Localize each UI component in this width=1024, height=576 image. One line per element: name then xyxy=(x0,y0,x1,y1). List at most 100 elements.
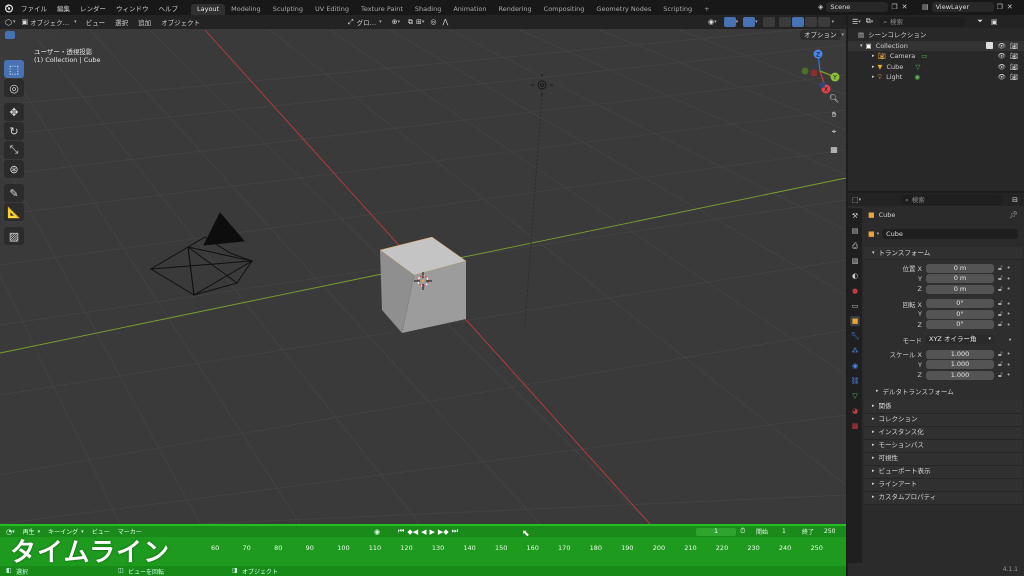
collection-tab-icon[interactable]: ▭ xyxy=(850,301,860,311)
properties-editor-icon[interactable]: ⬚ xyxy=(852,196,859,204)
instancing-panel-header[interactable]: ▸ インスタンス化 xyxy=(864,426,1022,440)
tab-layout[interactable]: Layout xyxy=(191,4,226,15)
view-layer-field[interactable]: ViewLayer xyxy=(931,2,994,12)
particles-tab-icon[interactable]: ⁂ xyxy=(850,346,860,356)
measure-tool-icon[interactable]: 📐 xyxy=(4,203,24,221)
view-layer-tab-icon[interactable]: ▧ xyxy=(850,256,860,266)
rotation-y-keyframe-icon[interactable]: • xyxy=(1007,310,1011,318)
menu-edit[interactable]: 編集 xyxy=(52,3,75,13)
cube-row[interactable]: ▸ ▼ Cube ▽ 👁︎ 📷︎ xyxy=(848,62,1024,73)
rotation-x-keyframe-icon[interactable]: • xyxy=(1007,300,1011,308)
xray-toggle-button[interactable] xyxy=(762,17,775,27)
tab-animation[interactable]: Animation xyxy=(447,4,492,15)
cube-visibility-icon[interactable]: 👁︎ xyxy=(997,62,1005,73)
constraints-tab-icon[interactable]: ⛓︎ xyxy=(850,376,860,386)
outliner-search-field[interactable]: ⌕ 検索 xyxy=(879,16,966,27)
scale-tool-icon[interactable]: ⤡ xyxy=(4,141,24,159)
world-tab-icon[interactable]: ● xyxy=(850,286,860,296)
properties-editor-chevron-icon[interactable]: ▾ xyxy=(859,197,862,203)
shading-solid-button[interactable] xyxy=(791,17,804,27)
light-row[interactable]: ▸ 💡︎ Light ◉ 👁︎ 📷︎ xyxy=(848,72,1024,83)
scene-icon[interactable]: ◈ xyxy=(818,3,823,11)
overlay-chevron-icon[interactable]: ▾ xyxy=(755,19,758,25)
light-visibility-icon[interactable]: 👁︎ xyxy=(997,72,1005,83)
menu-add[interactable]: 追加 xyxy=(133,17,156,27)
camera-row[interactable]: ▸ 📷︎ Camera ▭ 👁︎ 📷︎ xyxy=(848,51,1024,62)
add-workspace-button[interactable]: + xyxy=(698,4,715,15)
move-tool-icon[interactable]: ✥ xyxy=(4,103,24,121)
scale-z-keyframe-icon[interactable]: • xyxy=(1007,371,1011,379)
camera-visibility-icon[interactable]: 👁︎ xyxy=(997,51,1005,62)
light-data-icon[interactable]: ◉ xyxy=(914,72,920,83)
gizmo-chevron-icon[interactable]: ▾ xyxy=(736,19,739,25)
viewport-display-panel-header[interactable]: ▸ ビューポート表示 xyxy=(864,465,1022,479)
menu-render[interactable]: レンダー xyxy=(75,3,111,13)
display-mode-chevron-icon[interactable]: ▾ xyxy=(871,19,874,25)
overlay-toggle-button[interactable] xyxy=(743,17,756,27)
rotation-x-lock-icon[interactable]: 🔓︎ xyxy=(998,299,1003,308)
copy-view-layer-icon[interactable]: ❐ xyxy=(997,3,1003,11)
menu-select[interactable]: 選択 xyxy=(110,17,133,27)
scale-z-lock-icon[interactable]: 🔓︎ xyxy=(998,371,1003,380)
camera-view-icon[interactable]: ⌖ xyxy=(827,125,841,139)
scale-x-lock-icon[interactable]: 🔓︎ xyxy=(998,350,1003,359)
cursor-tool-icon[interactable]: ◎ xyxy=(4,79,24,97)
datablock-chevron-icon[interactable]: ▾ xyxy=(877,231,880,237)
select-subtract-button[interactable] xyxy=(27,31,37,39)
tool-tab-icon[interactable]: ⚒ xyxy=(850,211,860,221)
rotation-z-field[interactable]: 0° xyxy=(926,320,994,330)
pin-icon[interactable]: 📌︎ xyxy=(1009,211,1018,219)
line-art-panel-header[interactable]: ▸ ラインアート xyxy=(864,478,1022,492)
texture-tab-icon[interactable]: ▩ xyxy=(850,421,860,431)
scale-y-lock-icon[interactable]: 🔓︎ xyxy=(998,360,1003,369)
rotation-x-field[interactable]: 0° xyxy=(926,299,994,309)
material-tab-icon[interactable]: ◕ xyxy=(850,406,860,416)
camera-data-icon[interactable]: ▭ xyxy=(921,51,927,62)
shading-wireframe-button[interactable] xyxy=(778,17,791,27)
location-z-lock-icon[interactable]: 🔓︎ xyxy=(998,285,1003,294)
collection-visibility-icon[interactable]: 👁︎ xyxy=(997,41,1005,52)
transform-tool-icon[interactable]: ⊛ xyxy=(4,160,24,178)
add-cube-tool-icon[interactable]: ▨ xyxy=(4,227,24,245)
falloff-icon[interactable]: ⋀ xyxy=(443,18,449,26)
rotate-tool-icon[interactable]: ↻ xyxy=(4,122,24,140)
delete-view-layer-icon[interactable]: ✕ xyxy=(1007,3,1013,11)
data-tab-icon[interactable]: ▽ xyxy=(850,391,860,401)
tab-sculpting[interactable]: Sculpting xyxy=(267,4,309,15)
editor-type-chevron-icon[interactable]: ▾ xyxy=(13,19,16,25)
rotation-y-lock-icon[interactable]: 🔓︎ xyxy=(998,310,1003,319)
gizmo-toggle-button[interactable] xyxy=(723,17,736,27)
select-new-button[interactable] xyxy=(5,31,15,39)
copy-scene-icon[interactable]: ❐ xyxy=(891,3,897,11)
datablock-icon[interactable]: ■ xyxy=(868,230,875,238)
tab-texture-paint[interactable]: Texture Paint xyxy=(355,4,409,15)
menu-view[interactable]: ビュー xyxy=(81,17,111,27)
shading-material-button[interactable] xyxy=(804,17,817,27)
tab-shading[interactable]: Shading xyxy=(409,4,447,15)
select-invert-button[interactable] xyxy=(38,31,48,39)
snap-chevron-icon[interactable]: ▾ xyxy=(422,19,425,25)
scene-collection-row[interactable]: ▤ シーンコレクション xyxy=(848,30,1024,41)
delete-scene-icon[interactable]: ✕ xyxy=(902,3,908,11)
snap-icon[interactable]: ⧉ xyxy=(408,18,413,27)
location-y-keyframe-icon[interactable]: • xyxy=(1007,275,1011,283)
collection-checkbox[interactable] xyxy=(986,42,994,50)
mode-chevron-icon[interactable]: ▾ xyxy=(74,19,77,25)
location-x-lock-icon[interactable]: 🔓︎ xyxy=(998,264,1003,273)
object-datablock-field[interactable]: Cube xyxy=(882,229,1018,239)
timeline-editor[interactable]: ◔ ▾ 再生 ▾ キーイング ▾ ビュー マーカー ◉ ⏮ ◆◀ ◀ ▶ ▶◆ … xyxy=(0,524,846,576)
visibility-panel-header[interactable]: ▸ 可視性 xyxy=(864,452,1022,466)
location-z-field[interactable]: 0 m xyxy=(926,284,994,294)
collection-row[interactable]: ▾ ▣ Collection 👁︎ 📷︎ xyxy=(848,40,1024,52)
modifier-tab-icon[interactable]: 🔧︎ xyxy=(850,331,860,341)
scale-z-field[interactable]: 1.000 xyxy=(926,370,994,380)
custom-properties-panel-header[interactable]: ▸ カスタムプロパティ xyxy=(864,491,1022,505)
camera-expand-icon[interactable]: ▸ xyxy=(872,51,875,62)
scale-y-keyframe-icon[interactable]: • xyxy=(1007,361,1011,369)
outliner-editor-chevron-icon[interactable]: ▾ xyxy=(858,19,861,25)
pan-hand-icon[interactable]: ✋︎ xyxy=(827,108,841,122)
menu-object[interactable]: オブジェクト xyxy=(156,17,205,27)
location-y-field[interactable]: 0 m xyxy=(926,274,994,284)
relations-panel-header[interactable]: ▸ 関係 xyxy=(864,400,1022,414)
tab-scripting[interactable]: Scripting xyxy=(657,4,698,15)
